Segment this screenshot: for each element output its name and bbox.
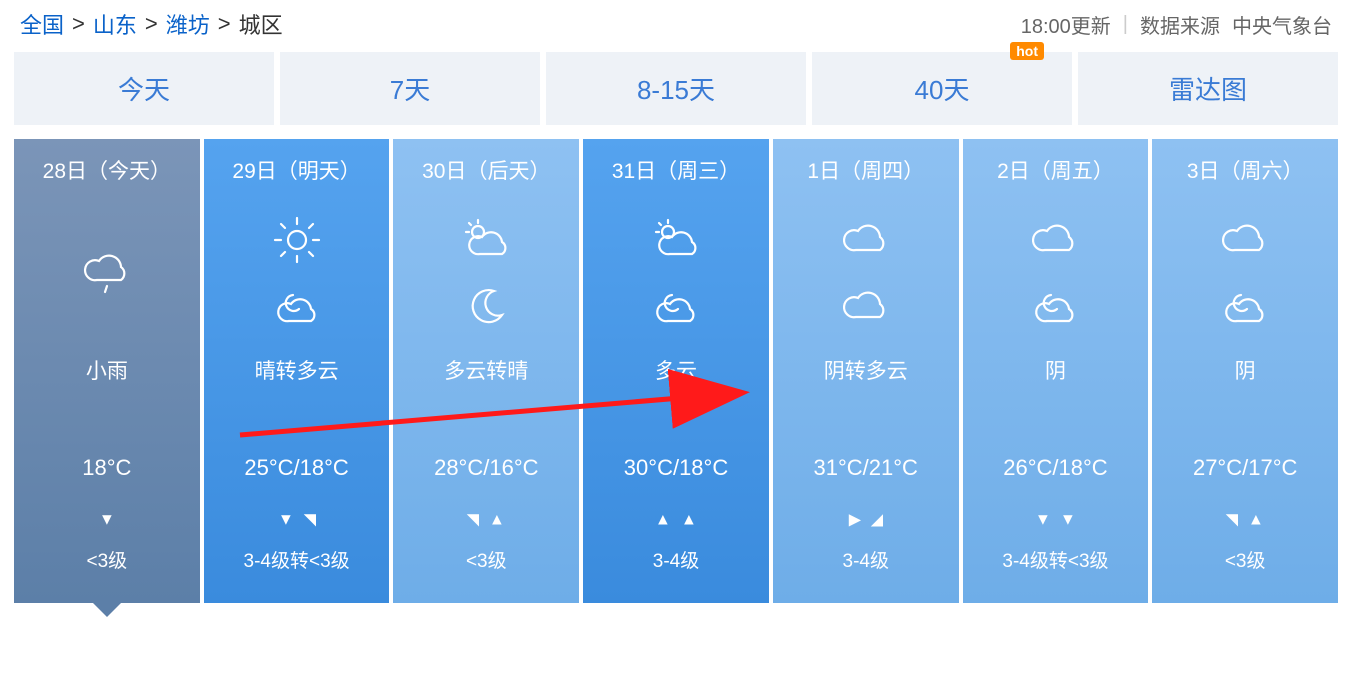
source-name: 中央气象台 [1232, 10, 1332, 39]
wind-arrow-icon: ▼ [99, 510, 115, 529]
update-time: 18:00更新 [1021, 10, 1111, 39]
wind-arrow-icon: ◥ [467, 510, 479, 529]
condition-text: 阴 [1045, 355, 1066, 385]
wind-arrow-icon: ▲ [489, 510, 505, 529]
meta-info: 18:00更新 | 数据来源 中央气象台 [1021, 10, 1332, 39]
wind-direction: ▶◢ [848, 509, 884, 530]
wind-arrow-icon: ▲ [655, 510, 671, 529]
condition-text: 晴转多云 [255, 355, 339, 385]
temperature: 31°C/21°C [814, 455, 918, 481]
wind-arrow-icon: ◥ [1226, 510, 1238, 529]
crumb-nation[interactable]: 全国 [20, 8, 64, 40]
weather-icons [1029, 201, 1081, 351]
crumb-city[interactable]: 潍坊 [166, 8, 210, 40]
wind-level: 3-4级 [653, 546, 699, 573]
day-cloud-icon [460, 214, 512, 271]
wind-level: 3-4级 [843, 546, 889, 573]
forecast-cards: 28日（今天）小雨18°C▼<3级29日（明天）晴转多云25°C/18°C▼◥3… [0, 125, 1352, 617]
date-label: 30日（后天） [422, 155, 550, 185]
tab-2[interactable]: 8-15天 [546, 52, 806, 125]
date-label: 3日（周六） [1187, 155, 1304, 185]
tabs: 今天7天8-15天40天雷达图 [0, 52, 1352, 125]
wind-direction: ◥▲ [466, 509, 506, 530]
temperature: 27°C/17°C [1193, 455, 1297, 481]
tab-1[interactable]: 7天 [280, 52, 540, 125]
wind-level: <3级 [1225, 546, 1266, 573]
day-card-5[interactable]: 2日（周五）阴26°C/18°C▼▼3-4级转<3级 [963, 139, 1149, 603]
weather-icons [271, 201, 323, 351]
weather-icons [460, 201, 512, 351]
temperature: 30°C/18°C [624, 455, 728, 481]
wind-arrow-icon: ▲ [1248, 510, 1264, 529]
date-label: 29日（明天） [232, 155, 360, 185]
wind-direction: ◥▲ [1225, 509, 1265, 530]
tab-3[interactable]: 40天 [812, 52, 1072, 125]
wind-arrow-icon: ◢ [870, 510, 882, 529]
day-cloud-icon [650, 214, 702, 271]
temperature: 25°C/18°C [244, 455, 348, 481]
wind-direction: ▲▲ [654, 509, 698, 530]
breadcrumb: 全国 > 山东 > 潍坊 > 城区 [20, 8, 283, 40]
wind-direction: ▼ [98, 509, 116, 530]
condition-text: 多云 [655, 355, 697, 385]
day-card-3[interactable]: 31日（周三）多云30°C/18°C▲▲3-4级 [583, 139, 769, 603]
night-cloud-icon [271, 281, 323, 338]
temperature: 18°C [82, 455, 131, 481]
night-cloud-icon [650, 281, 702, 338]
wind-level: <3级 [87, 546, 128, 573]
condition-text: 小雨 [86, 355, 128, 385]
day-card-6[interactable]: 3日（周六）阴27°C/17°C◥▲<3级 [1152, 139, 1338, 603]
header-row: 全国 > 山东 > 潍坊 > 城区 18:00更新 | 数据来源 中央气象台 [0, 0, 1352, 52]
temperature: 28°C/16°C [434, 455, 538, 481]
crumb-district: 城区 [239, 8, 283, 40]
wind-arrow-icon: ◥ [303, 510, 315, 529]
wind-level: <3级 [466, 546, 507, 573]
tab-0[interactable]: 今天 [14, 52, 274, 125]
wind-direction: ▼▼ [1034, 509, 1078, 530]
cloud-icon [1029, 214, 1081, 271]
wind-arrow-icon: ▶ [849, 510, 861, 529]
condition-text: 阴 [1235, 355, 1256, 385]
temperature: 26°C/18°C [1003, 455, 1107, 481]
day-card-2[interactable]: 30日（后天）多云转晴28°C/16°C◥▲<3级 [393, 139, 579, 603]
date-label: 31日（周三） [612, 155, 740, 185]
tab-4[interactable]: 雷达图 [1078, 52, 1338, 125]
source-label: 数据来源 [1140, 10, 1220, 39]
day-card-1[interactable]: 29日（明天）晴转多云25°C/18°C▼◥3-4级转<3级 [204, 139, 390, 603]
night-cloud-icon [1219, 281, 1271, 338]
weather-icons [650, 201, 702, 351]
night-cloud-icon [1029, 281, 1081, 338]
wind-level: 3-4级转<3级 [244, 546, 350, 573]
wind-arrow-icon: ▼ [1060, 510, 1076, 529]
condition-text: 阴转多云 [824, 355, 908, 385]
rain-icon [81, 248, 133, 305]
weather-icons [840, 201, 892, 351]
cloud-icon [840, 214, 892, 271]
weather-icons [81, 201, 133, 351]
date-label: 28日（今天） [43, 155, 171, 185]
wind-level: 3-4级转<3级 [1002, 546, 1108, 573]
wind-arrow-icon: ▼ [1035, 510, 1051, 529]
day-card-4[interactable]: 1日（周四）阴转多云31°C/21°C▶◢3-4级 [773, 139, 959, 603]
wind-direction: ▼◥ [277, 509, 317, 530]
wind-arrow-icon: ▲ [681, 510, 697, 529]
weather-icons [1219, 201, 1271, 351]
wind-arrow-icon: ▼ [278, 510, 294, 529]
condition-text: 多云转晴 [444, 355, 528, 385]
crumb-province[interactable]: 山东 [93, 8, 137, 40]
cloud-icon [840, 281, 892, 338]
date-label: 2日（周五） [997, 155, 1114, 185]
cloud-icon [1219, 214, 1271, 271]
sun-icon [271, 214, 323, 271]
day-card-0[interactable]: 28日（今天） 小雨 18°C ▼ <3级 [14, 139, 200, 603]
date-label: 1日（周四） [807, 155, 924, 185]
moon-icon [460, 281, 512, 338]
